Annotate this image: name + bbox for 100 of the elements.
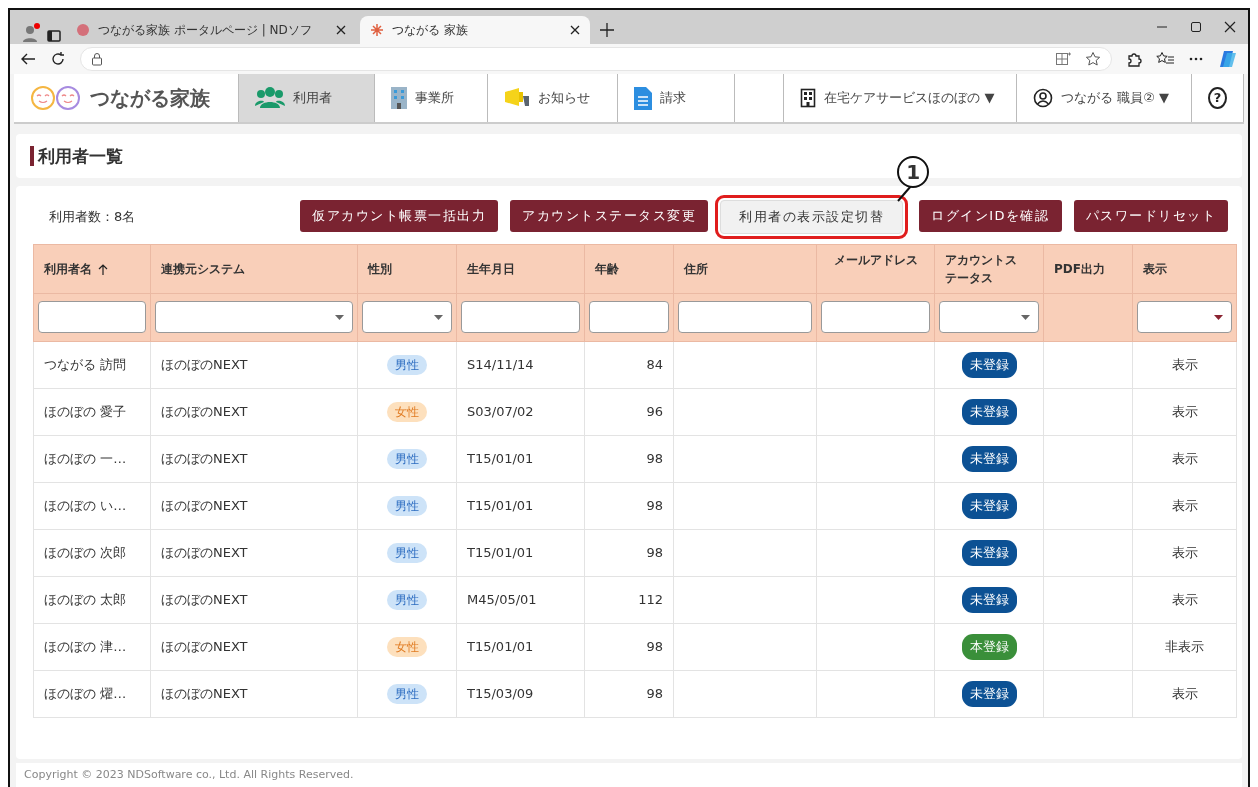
document-icon <box>633 86 652 110</box>
header-label: アカウントステータス <box>945 251 1018 287</box>
gender-tag: 男性 <box>387 354 427 375</box>
column-header[interactable]: 表示 <box>1132 244 1237 294</box>
gender-tag: 男性 <box>387 542 427 563</box>
table-cell: ほのぼのNEXT <box>150 529 358 577</box>
address-field[interactable] <box>80 47 1112 71</box>
building-icon <box>391 86 408 110</box>
table-cell: 98 <box>584 435 674 483</box>
favicon-icon <box>76 23 90 37</box>
lock-icon <box>91 52 103 66</box>
filter-field[interactable] <box>38 301 146 334</box>
column-header[interactable]: メールアドレス <box>816 244 935 294</box>
column-header[interactable]: 性別 <box>357 244 457 294</box>
filter-dropdown[interactable] <box>939 301 1039 334</box>
filter-field[interactable] <box>461 301 580 334</box>
table-cell: 98 <box>584 482 674 530</box>
action-button[interactable]: パスワードリセット <box>1073 200 1228 232</box>
status-badge: 未登録 <box>961 587 1017 613</box>
column-header[interactable]: アカウントステータス <box>934 244 1044 294</box>
table-cell: T15/01/01 <box>456 482 585 530</box>
filter-field[interactable] <box>589 301 669 334</box>
filter-field[interactable] <box>678 301 812 334</box>
action-button[interactable]: アカウントステータス変更 <box>510 200 709 232</box>
table-cell: ほのぼのNEXT <box>150 388 358 436</box>
browser-tab[interactable]: つながる家族 ポータルページ | NDソフ <box>66 16 356 44</box>
table-cell: ほのぼの 一… <box>33 435 151 483</box>
star-icon[interactable] <box>1085 51 1101 67</box>
table-cell: 表示 <box>1132 482 1237 530</box>
brand-name: つながる家族 <box>90 85 210 112</box>
back-icon[interactable] <box>20 51 36 67</box>
favorites-icon[interactable] <box>1156 51 1174 67</box>
action-button[interactable]: ログインIDを確認 <box>919 200 1062 232</box>
column-header[interactable]: 生年月日 <box>456 244 585 294</box>
table-cell: T15/03/09 <box>456 670 585 718</box>
office-dropdown[interactable]: 在宅ケアサービスほのぼの ▼ <box>784 74 1018 122</box>
header-label: PDF出力 <box>1054 261 1105 276</box>
column-header[interactable]: PDF出力 <box>1043 244 1133 294</box>
close-icon[interactable] <box>1224 21 1236 33</box>
table-cell: ほのぼの 燿… <box>33 670 151 718</box>
table-cell: ほのぼの 太郎 <box>33 576 151 624</box>
copilot-icon[interactable] <box>1218 49 1238 69</box>
filter-dropdown[interactable] <box>1137 301 1232 334</box>
callout-marker: 1 <box>897 156 930 189</box>
table-cell: 表示 <box>1132 529 1237 577</box>
user-dropdown[interactable]: つながる 職員② ▼ <box>1017 74 1192 122</box>
maximize-icon[interactable] <box>1190 21 1202 33</box>
gender-tag: 男性 <box>387 495 427 516</box>
tab-actions-icon[interactable] <box>46 28 62 44</box>
table-cell: 表示 <box>1132 435 1237 483</box>
filter-field[interactable] <box>821 301 930 334</box>
column-header[interactable]: 住所 <box>673 244 817 294</box>
browser-tab[interactable]: つながる 家族 <box>360 16 590 44</box>
action-button[interactable]: 仮アカウント帳票一括出力 <box>300 200 499 232</box>
table-cell: 表示 <box>1132 670 1237 718</box>
user-icon <box>1033 88 1054 108</box>
gender-tag: 男性 <box>387 589 427 610</box>
nav-tab[interactable]: お知らせ <box>488 74 618 122</box>
caret-icon <box>434 314 443 320</box>
status-badge: 未登録 <box>961 446 1017 472</box>
caret-icon <box>335 314 344 320</box>
extensions-icon[interactable] <box>1126 51 1142 67</box>
table-cell: ほのぼのNEXT <box>150 623 358 671</box>
table-cell: 84 <box>584 341 674 389</box>
header-label: メールアドレス <box>833 252 918 267</box>
column-header[interactable]: 年齢 <box>584 244 674 294</box>
caret-icon <box>1214 314 1223 320</box>
table-cell: ほのぼの い… <box>33 482 151 530</box>
close-icon[interactable] <box>336 25 346 35</box>
table-cell: T15/01/01 <box>456 435 585 483</box>
people-icon <box>255 86 286 110</box>
nav-tab[interactable]: 事業所 <box>375 74 489 122</box>
nav-tab[interactable]: 利用者 <box>239 74 376 122</box>
status-badge: 本登録 <box>961 634 1017 660</box>
table-cell: 表示 <box>1132 576 1237 624</box>
new-tab-icon[interactable] <box>600 23 614 37</box>
status-badge: 未登録 <box>961 352 1017 378</box>
table-cell: ほのぼの 愛子 <box>33 388 151 436</box>
sort-arrow-icon <box>98 263 108 275</box>
nav-tab[interactable]: 請求 <box>617 74 735 122</box>
table-cell: ほのぼのNEXT <box>150 482 358 530</box>
table-cell: 表示 <box>1132 341 1237 389</box>
header-label: 連携元システム <box>161 261 245 276</box>
gender-tag: 男性 <box>387 448 427 469</box>
column-header[interactable]: 利用者名 <box>33 244 151 294</box>
gender-tag: 男性 <box>387 683 427 704</box>
status-badge: 未登録 <box>961 493 1017 519</box>
help-button[interactable]: ? <box>1208 87 1227 109</box>
table-cell: T15/01/01 <box>456 529 585 577</box>
table-cell: ほのぼの 次郎 <box>33 529 151 577</box>
column-header[interactable]: 連携元システム <box>150 244 358 294</box>
gender-tag: 女性 <box>387 636 427 657</box>
table-cell: 98 <box>584 623 674 671</box>
filter-dropdown[interactable] <box>362 301 452 334</box>
table-cell: 98 <box>584 529 674 577</box>
split-screen-icon[interactable] <box>1055 51 1071 67</box>
filter-dropdown[interactable] <box>155 301 353 334</box>
close-icon[interactable] <box>570 25 580 35</box>
refresh-icon[interactable] <box>50 51 66 67</box>
table-cell: M45/05/01 <box>456 576 585 624</box>
